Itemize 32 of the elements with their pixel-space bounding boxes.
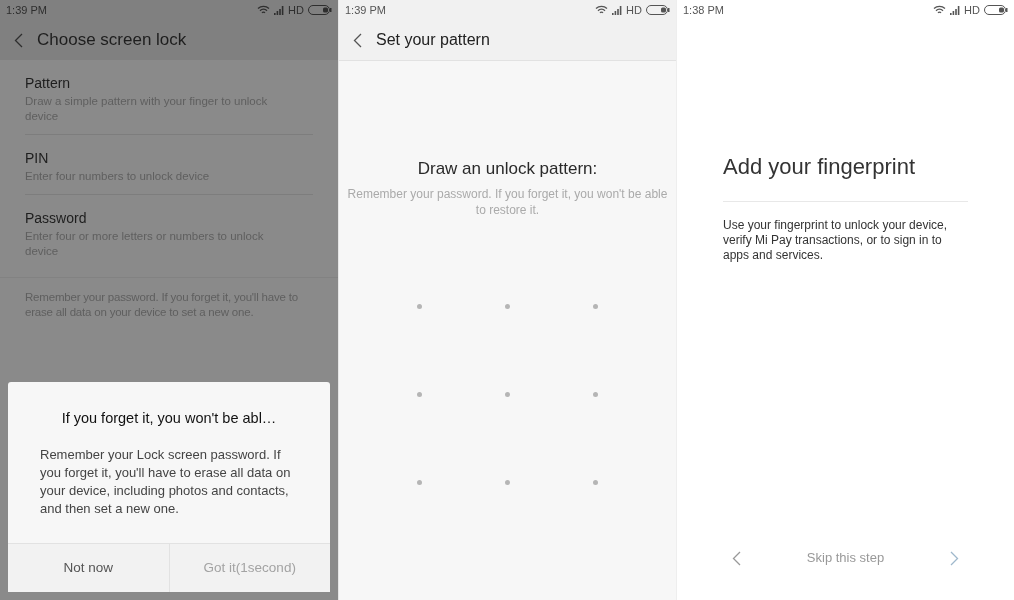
fingerprint-description: Use your fingerprint to unlock your device, verify Mi Pay transactions, or to sign in to apps and services. — [723, 218, 949, 263]
option-name: Pattern — [25, 74, 72, 93]
screen-title: Choose screen lock — [37, 29, 187, 52]
dialog-message: Remember your Lock screen password. If you forget it, you'll have to erase all data on your device, including photos and contacts, and then set a new one. — [40, 445, 292, 518]
back-icon[interactable] — [353, 32, 362, 48]
pattern-hint: Remember your password. If you forget it, you won't be able to restore it. — [346, 185, 669, 218]
screen-title: Set your pattern — [376, 30, 490, 50]
network-label: HD — [626, 2, 642, 18]
battery-icon — [984, 5, 1008, 15]
back-icon[interactable] — [732, 550, 741, 566]
network-label: HD — [288, 2, 304, 18]
network-label: HD — [964, 2, 980, 18]
status-time: 1:38 PM — [683, 2, 724, 18]
signal-icon — [612, 5, 623, 15]
skip-button[interactable]: Skip this step — [806, 548, 885, 568]
wifi-icon — [933, 5, 947, 15]
status-time: 1:39 PM — [6, 2, 47, 18]
signal-icon — [950, 5, 961, 15]
wifi-icon — [257, 5, 271, 15]
next-icon[interactable] — [950, 550, 959, 566]
back-icon[interactable] — [14, 32, 23, 48]
pattern-heading: Draw an unlock pattern: — [417, 158, 598, 180]
battery-icon — [308, 5, 332, 15]
fingerprint-heading: Add your fingerprint — [723, 153, 916, 181]
dialog-title: If you forget it, you won't be abl… — [60, 409, 278, 428]
signal-icon — [274, 5, 285, 15]
status-time: 1:39 PM — [345, 2, 386, 18]
wifi-icon — [595, 5, 609, 15]
battery-icon — [646, 5, 670, 15]
option-name: Password — [25, 209, 88, 228]
dialog-button[interactable]: Not now — [8, 544, 169, 592]
option-name: PIN — [25, 149, 50, 168]
